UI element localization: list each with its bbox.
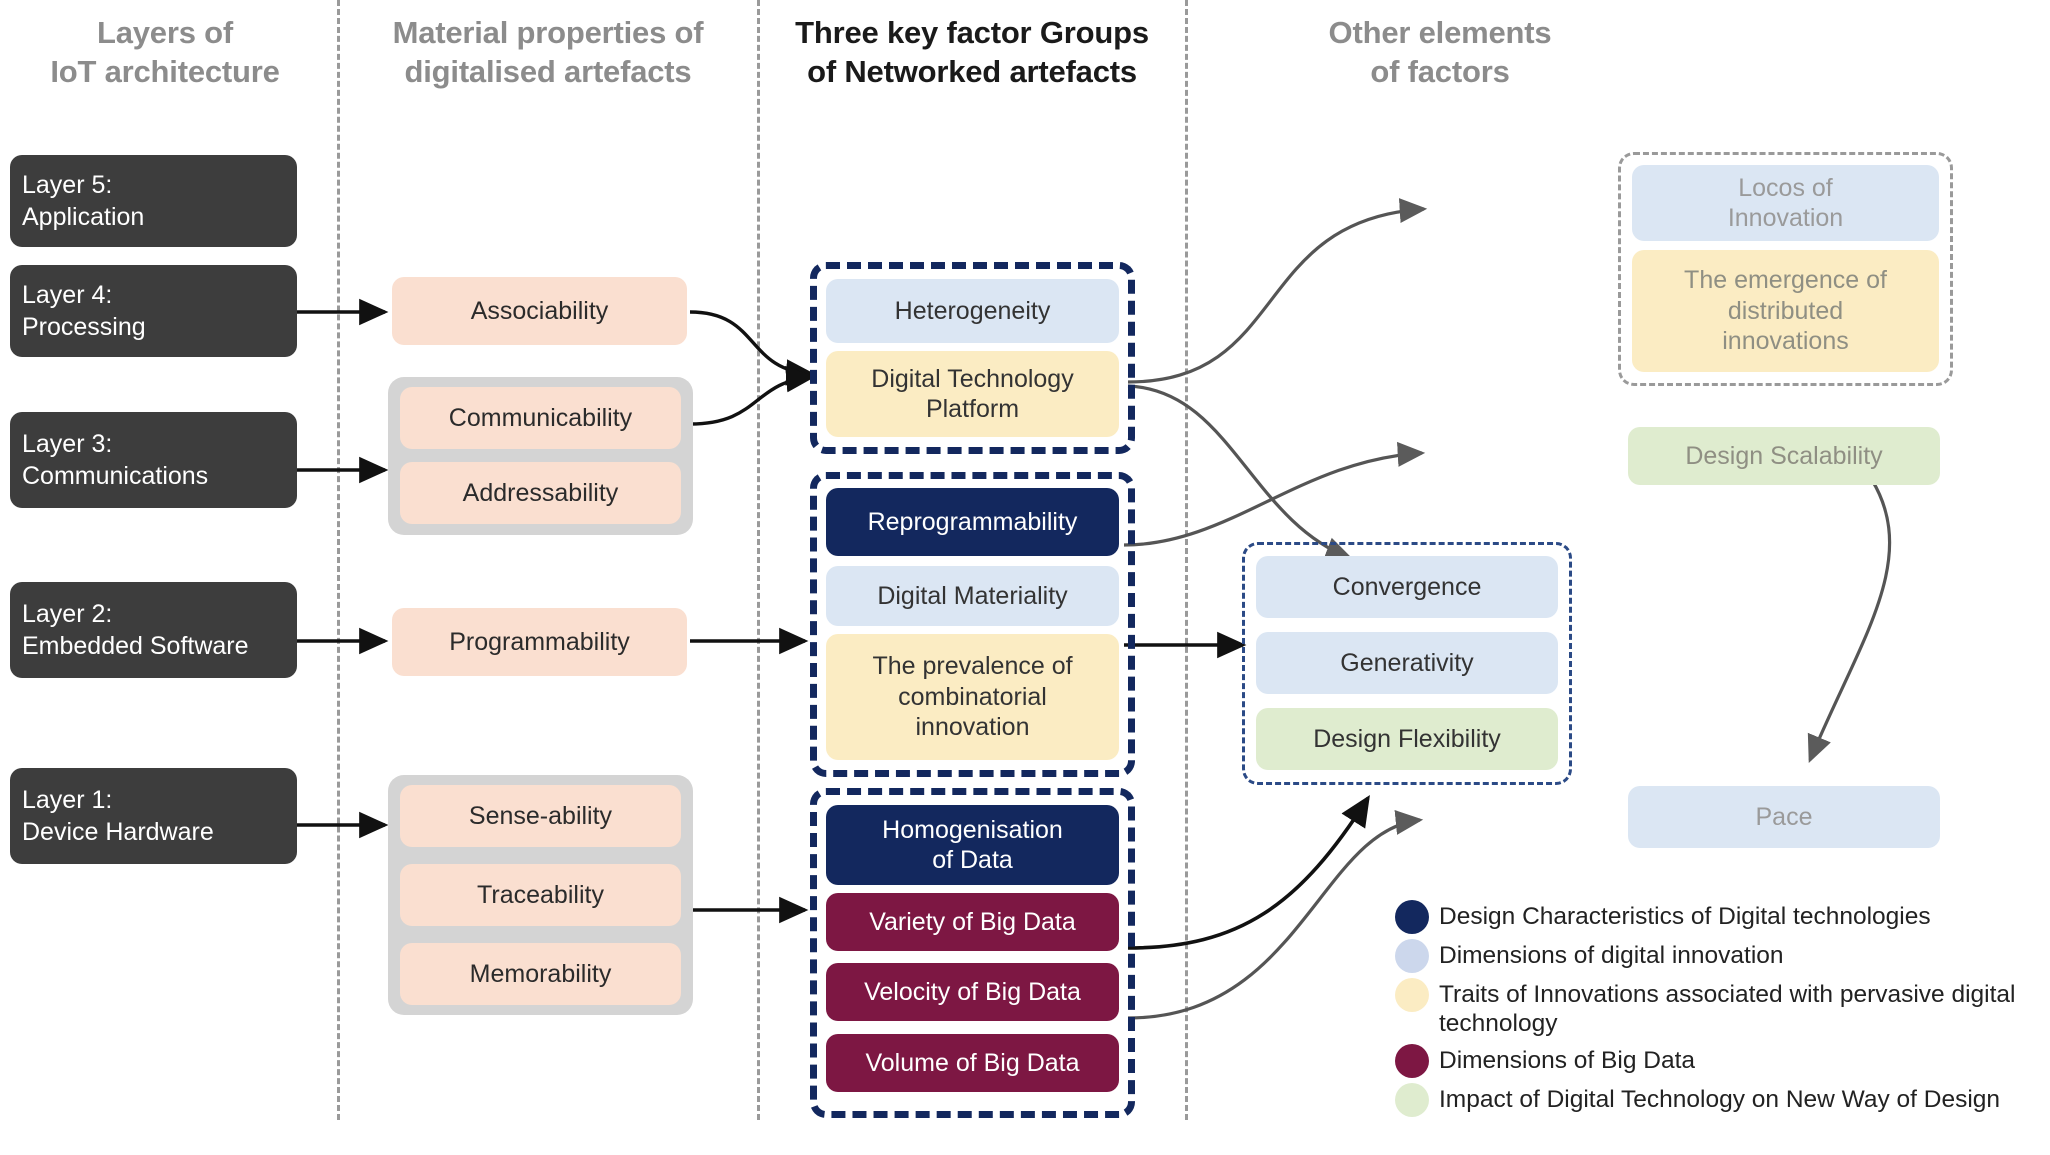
factor-prevalence-combinatorial-innovation[interactable]: The prevalence of combinatorial innovation [826,634,1119,760]
factor-velocity-of-big-data[interactable]: Velocity of Big Data [826,963,1119,1021]
factor-digital-technology-platform[interactable]: Digital Technology Platform [826,351,1119,437]
legend-label: Impact of Digital Technology on New Way … [1439,1085,2001,1113]
legend-label: Traits of Innovations associated with pe… [1439,981,2016,1037]
legend-item: Impact of Digital Technology on New Way … [1395,1082,2045,1117]
column-header-layers: Layers of IoT architecture [50,15,280,89]
material-property-programmability[interactable]: Programmability [392,608,687,676]
layer-title: Layer 3: [22,430,113,458]
material-property-traceability[interactable]: Traceability [400,864,681,926]
layer-box-layer2[interactable]: Layer 2: Embedded Software [10,582,297,678]
other-design-scalability[interactable]: Design Scalability [1628,427,1940,485]
layer-box-layer1[interactable]: Layer 1: Device Hardware [10,768,297,864]
layer-subtitle: Processing [22,313,146,341]
column-header-material-properties: Material properties of digitalised artefa… [392,15,704,89]
other-pace[interactable]: Pace [1628,786,1940,848]
column-divider-1 [337,0,340,1120]
legend: Design Characteristics of Digital techno… [1395,900,2045,1122]
layer-box-layer5[interactable]: Layer 5: Application [10,155,297,247]
legend-swatch-icon [1395,900,1429,934]
layer-title: Layer 1: [22,786,113,814]
material-property-addressability[interactable]: Addressability [400,462,681,524]
other-generativity[interactable]: Generativity [1256,632,1558,694]
factor-heterogeneity[interactable]: Heterogeneity [826,279,1119,343]
legend-label: Dimensions of digital innovation [1439,942,1784,969]
legend-item: Dimensions of digital innovation [1395,939,2045,973]
other-locos-of-innovation[interactable]: Locos of Innovation [1632,165,1939,241]
layer-title: Layer 4: [22,281,113,309]
material-property-sense-ability[interactable]: Sense-ability [400,785,681,847]
column-divider-3 [1185,0,1188,1120]
layer-title: Layer 5: [22,171,113,199]
material-property-memorability[interactable]: Memorability [400,943,681,1005]
column-divider-2 [757,0,760,1120]
column-header-other-elements: Other elements of factors [1328,15,1552,89]
layer-subtitle: Communications [22,462,209,490]
other-convergence[interactable]: Convergence [1256,556,1558,618]
layer-box-layer3[interactable]: Layer 3: Communications [10,412,297,508]
material-property-communicability[interactable]: Communicability [400,387,681,449]
factor-homogenisation-of-data[interactable]: Homogenisation of Data [826,805,1119,885]
legend-label: Dimensions of Big Data [1439,1046,1696,1074]
legend-item: Dimensions of Big Data [1395,1043,2045,1078]
legend-swatch-icon [1395,939,1429,973]
layer-subtitle: Application [22,203,145,231]
legend-swatch-icon [1395,978,1429,1012]
legend-item: Traits of Innovations associated with pe… [1395,978,2045,1039]
legend-item: Design Characteristics of Digital techno… [1395,900,2045,934]
factor-variety-of-big-data[interactable]: Variety of Big Data [826,893,1119,951]
factor-reprogrammability[interactable]: Reprogrammability [826,488,1119,556]
other-emergence-distributed-innovations[interactable]: The emergence of distributed innovations [1632,250,1939,372]
other-design-flexibility[interactable]: Design Flexibility [1256,708,1558,770]
legend-swatch-icon [1395,1082,1429,1117]
layer-box-layer4[interactable]: Layer 4: Processing [10,265,297,357]
material-property-associability[interactable]: Associability [392,277,687,345]
legend-label: Design Characteristics of Digital techno… [1439,903,1931,930]
layer-subtitle: Embedded Software [22,632,249,660]
diagram-canvas: Layers of IoT architecture Material prope… [0,0,2050,1155]
layer-subtitle: Device Hardware [22,818,214,846]
factor-digital-materiality[interactable]: Digital Materiality [826,566,1119,626]
factor-volume-of-big-data[interactable]: Volume of Big Data [826,1034,1119,1092]
column-header-factor-groups: Three key factor Groups of Networked arte… [795,15,1149,89]
layer-title: Layer 2: [22,600,113,628]
legend-swatch-icon [1395,1043,1429,1078]
